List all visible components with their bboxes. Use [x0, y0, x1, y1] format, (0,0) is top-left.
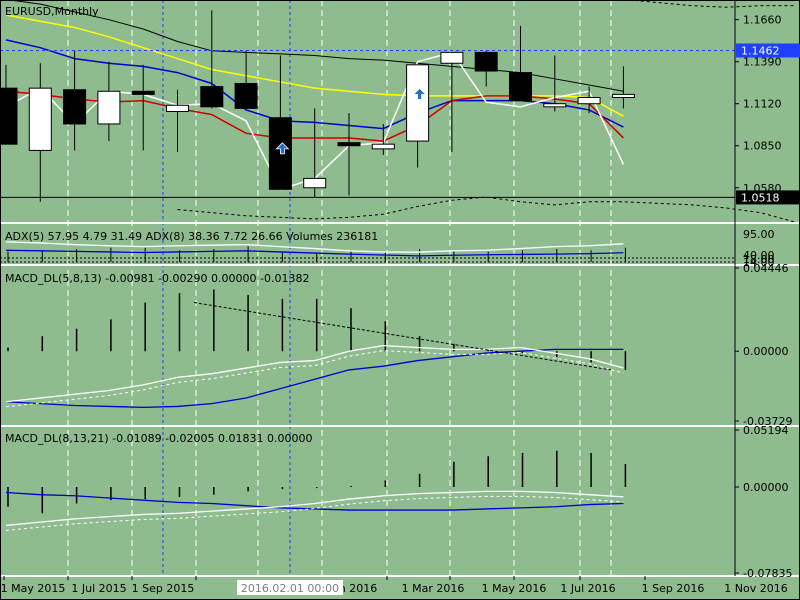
candle-body — [509, 72, 532, 102]
time-axis-label: 1 May 2016 — [482, 582, 547, 595]
time-axis-label: n 2016 — [339, 582, 377, 595]
y-tick-label: 1.1120 — [743, 98, 782, 111]
macd1-panel-title: MACD_DL(5,8,13) -0.00981 -0.00290 0.0000… — [5, 272, 310, 285]
candle-body — [406, 64, 430, 142]
candle-body — [577, 96, 601, 105]
candle-body — [166, 104, 189, 113]
time-axis-label: 1 Mar 2016 — [402, 582, 465, 595]
macd2-panel-title: MACD_DL(8,13,21) -0.01089 -0.02005 0.018… — [5, 432, 313, 445]
last-price-tag: 1.0518 — [741, 191, 780, 204]
candle-body — [63, 89, 87, 125]
time-axis-label: 1 Jul 2016 — [560, 582, 615, 595]
candle-body — [543, 103, 567, 108]
macd2-tick-label: 0.00000 — [743, 481, 789, 494]
candle-body — [611, 93, 635, 98]
candle-body — [28, 87, 52, 151]
candle-body — [337, 142, 361, 147]
crosshair-date-tag: 2016.02.01 00:00 — [237, 580, 343, 595]
y-tick-label: 1.1660 — [743, 14, 782, 27]
price-line-tag: 1.1462 — [741, 44, 780, 57]
candle-body — [97, 90, 121, 125]
candle-body — [440, 51, 464, 64]
y-tick-label: 1.0850 — [743, 140, 782, 153]
macd2-tick-label: 0.05194 — [743, 424, 789, 437]
time-axis-label: 1 Jul 2015 — [71, 582, 126, 595]
candle-body — [234, 82, 258, 109]
candle-body — [303, 177, 327, 189]
y-tick-label: 1.1390 — [743, 56, 782, 69]
candle-body — [0, 87, 18, 145]
symbol-label: EURUSD,Monthly — [5, 5, 99, 18]
candle-body — [474, 51, 498, 72]
macd1-tick-label: 0.04446 — [743, 262, 789, 275]
time-axis-label: 1 Sep 2015 — [132, 582, 195, 595]
candle-body — [200, 86, 224, 108]
chart-canvas[interactable]: 1.16601.13901.11201.08501.05801.14621.05… — [0, 0, 800, 600]
adx-panel-title: ADX(5) 57.95 4.79 31.49 ADX(8) 38.36 7.7… — [5, 230, 378, 243]
crosshair-date-label: 2016.02.01 00:00 — [241, 582, 339, 595]
time-axis-label: 1 Sep 2016 — [642, 582, 705, 595]
candle-body — [131, 90, 155, 95]
candle-body — [371, 143, 395, 150]
macd1-tick-label: 0.00000 — [743, 345, 789, 358]
time-axis-label: 1 Nov 2016 — [724, 582, 787, 595]
macd2-tick-label: -0.07835 — [743, 567, 792, 580]
adx-tick-label: 95.00 — [743, 228, 775, 241]
time-axis-label: 1 May 2015 — [1, 582, 66, 595]
